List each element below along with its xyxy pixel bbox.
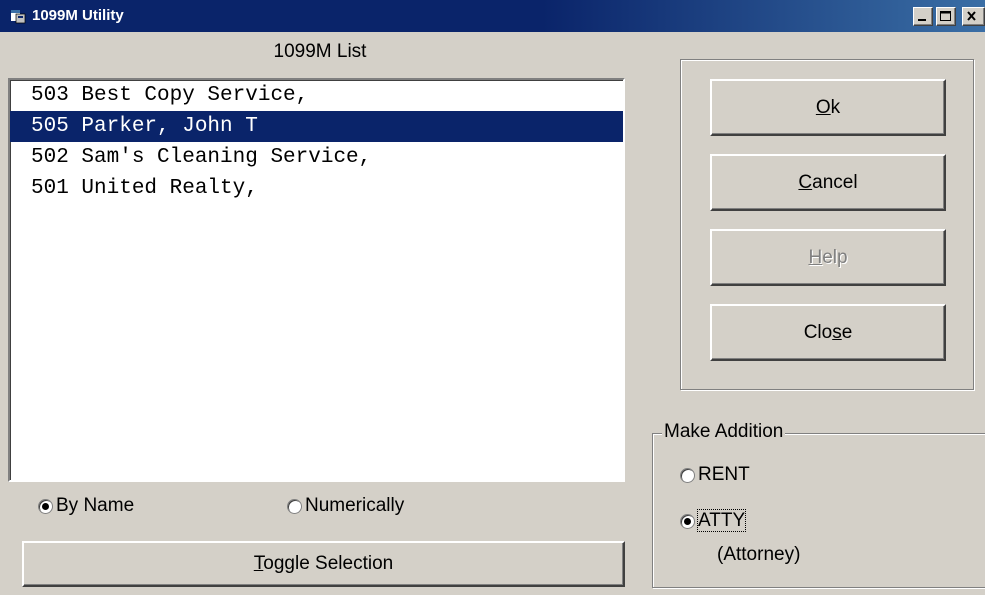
toggle-selection-button[interactable]: Toggle Selection bbox=[22, 541, 625, 587]
list-item[interactable]: 501 United Realty, bbox=[10, 173, 623, 204]
close-icon bbox=[967, 11, 976, 21]
cancel-button[interactable]: Cancel bbox=[710, 154, 946, 211]
atty-label: ATTY bbox=[696, 509, 747, 532]
list-item[interactable]: 503 Best Copy Service, bbox=[10, 80, 623, 111]
help-mnemonic: H bbox=[808, 247, 823, 268]
list-item[interactable]: 505 Parker, John T bbox=[10, 111, 623, 142]
close-label-post: e bbox=[841, 322, 853, 343]
radio-icon bbox=[680, 467, 695, 483]
close-window-button[interactable] bbox=[962, 7, 985, 26]
maximize-icon bbox=[940, 11, 951, 21]
help-label-post: elp bbox=[822, 247, 848, 268]
radio-icon bbox=[38, 498, 53, 514]
numerically-label: Numerically bbox=[305, 495, 405, 516]
by-name-label: By Name bbox=[56, 495, 135, 516]
maximize-button[interactable] bbox=[936, 7, 956, 26]
radio-icon bbox=[680, 513, 695, 529]
minimize-icon bbox=[918, 19, 926, 21]
toggle-label: oggle Selection bbox=[263, 553, 394, 574]
cancel-mnemonic: C bbox=[798, 172, 813, 193]
atty-description: (Attorney) bbox=[717, 544, 801, 565]
ok-mnemonic: O bbox=[815, 97, 831, 118]
list-title: 1099M List bbox=[273, 41, 367, 62]
by-name-radio[interactable]: By Name bbox=[38, 495, 134, 517]
close-mnemonic: s bbox=[832, 322, 842, 343]
atty-radio[interactable]: ATTY bbox=[680, 509, 747, 532]
numerically-radio[interactable]: Numerically bbox=[287, 495, 404, 517]
help-button[interactable]: Help bbox=[710, 229, 946, 286]
rent-radio[interactable]: RENT bbox=[680, 464, 750, 486]
minimize-button[interactable] bbox=[913, 7, 933, 26]
close-label-pre: Clo bbox=[803, 322, 833, 343]
toggle-mnemonic: T bbox=[253, 553, 264, 574]
app-icon bbox=[11, 10, 26, 24]
make-addition-title: Make Addition bbox=[662, 421, 786, 443]
list-item[interactable]: 502 Sam's Cleaning Service, bbox=[10, 142, 623, 173]
payee-listbox[interactable]: 503 Best Copy Service, 505 Parker, John T… bbox=[8, 78, 625, 482]
cancel-label-post: ancel bbox=[812, 172, 858, 193]
title-bar[interactable]: 1099M Utility bbox=[0, 0, 985, 32]
close-button[interactable]: Close bbox=[710, 304, 946, 361]
window-title: 1099M Utility bbox=[32, 7, 124, 24]
ok-button[interactable]: Ok bbox=[710, 79, 946, 136]
listbox-rows: 503 Best Copy Service, 505 Parker, John T… bbox=[10, 80, 623, 204]
rent-label: RENT bbox=[698, 464, 750, 485]
ok-label-post: k bbox=[830, 97, 841, 118]
radio-icon bbox=[287, 498, 302, 514]
